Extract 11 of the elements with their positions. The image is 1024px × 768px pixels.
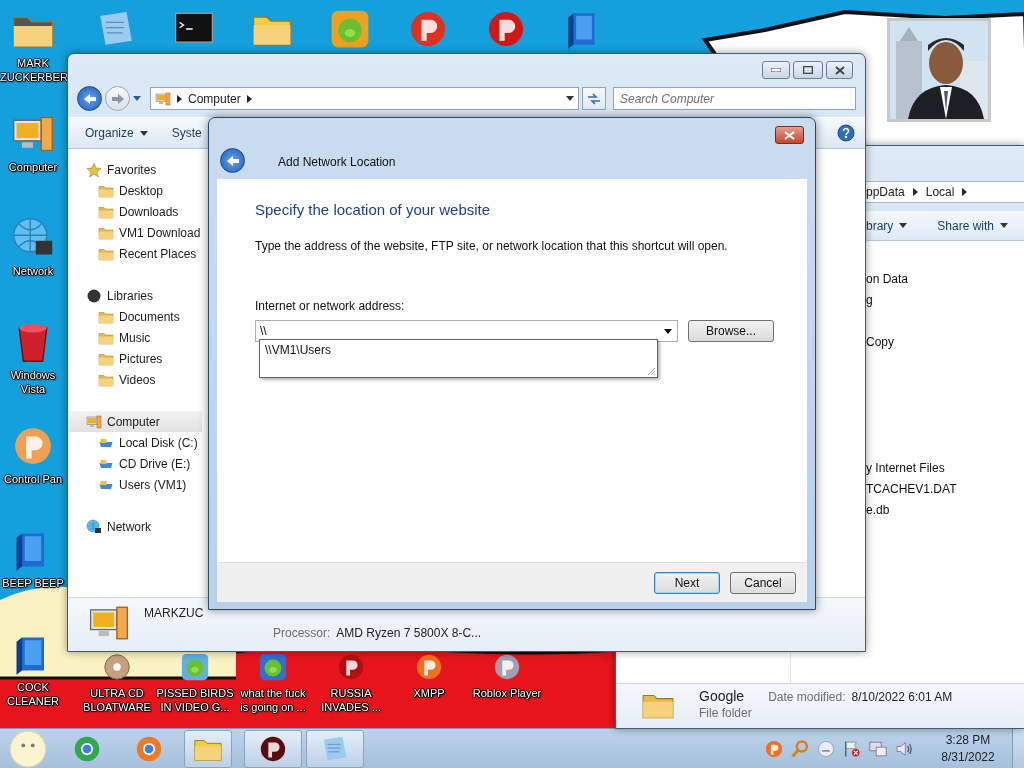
- clock[interactable]: 3:28 PM 8/31/2022: [932, 731, 1004, 766]
- flag-icon[interactable]: [842, 738, 862, 759]
- start-button[interactable]: [8, 729, 48, 768]
- clock-date: 8/31/2022: [941, 748, 995, 766]
- show-desktop-button[interactable]: [1012, 728, 1024, 768]
- monitor-icon[interactable]: [868, 738, 888, 759]
- browser-icon: [135, 734, 163, 763]
- clock-time: 3:28 PM: [945, 731, 991, 749]
- browser-icon: [73, 734, 101, 763]
- start-icon: [9, 729, 47, 768]
- taskbar-button[interactable]: [244, 729, 302, 768]
